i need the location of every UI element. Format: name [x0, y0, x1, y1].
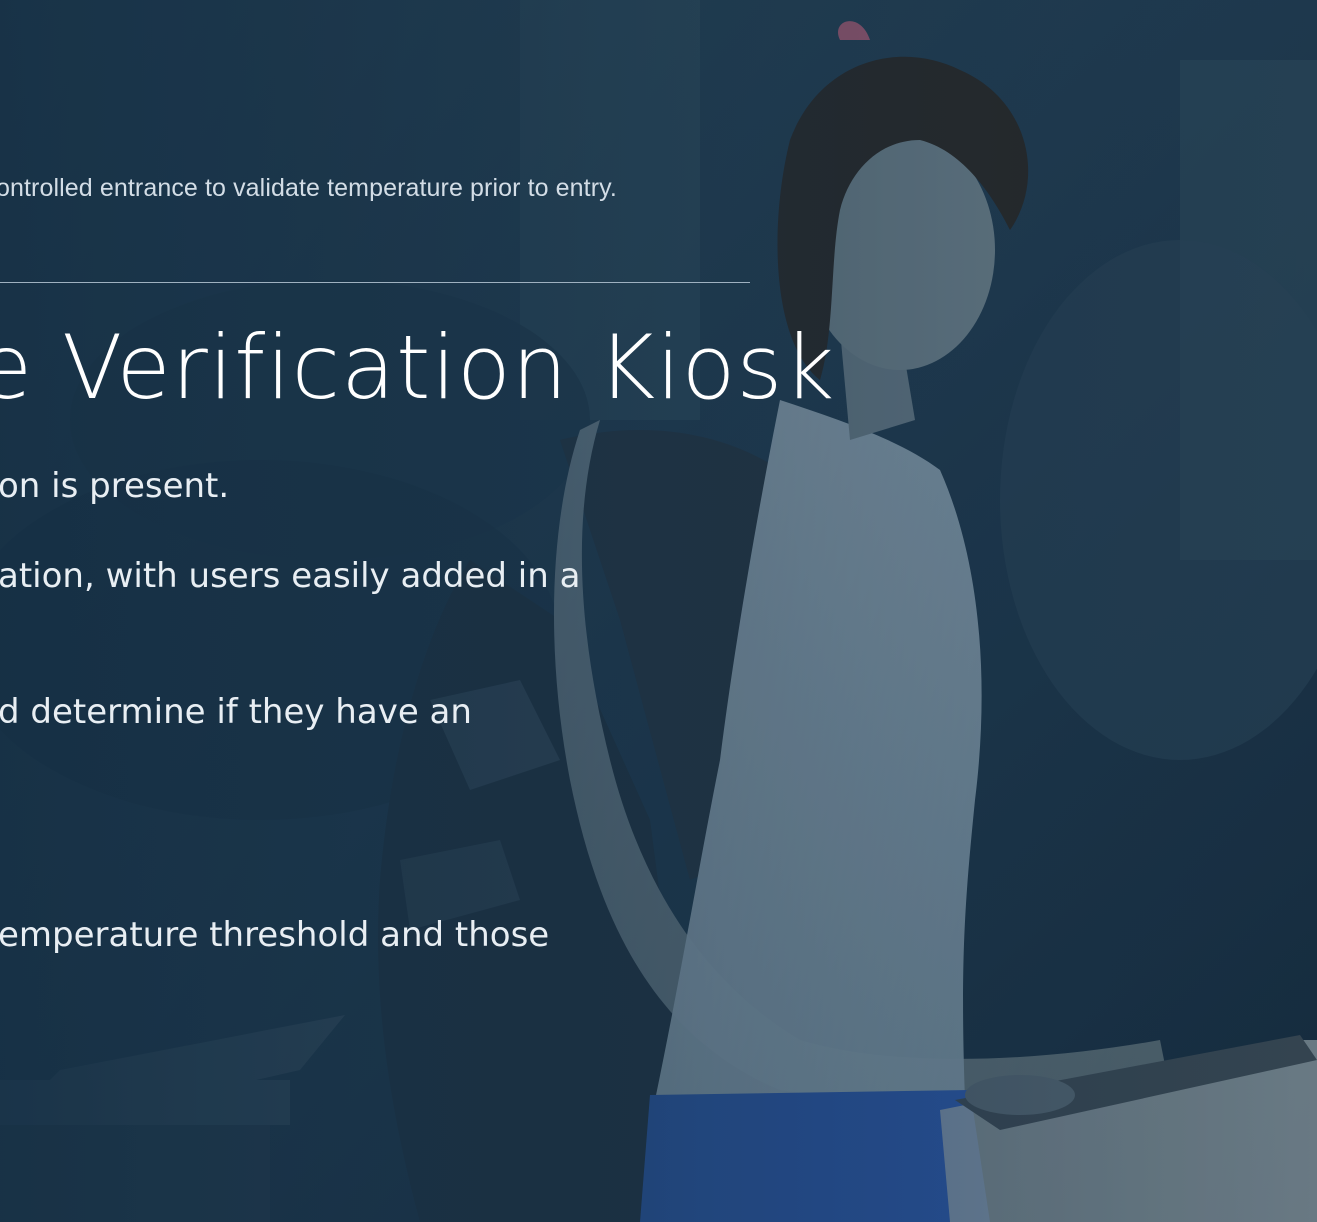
slide-subtitle: ontrolled entrance to validate temperatu… [0, 174, 617, 202]
bullet-text-2: ation, with users easily added in a [0, 556, 581, 596]
bullet-text-3: d determine if they have an [0, 692, 472, 732]
bullet-text-4: emperature threshold and those [0, 915, 550, 955]
divider-line [0, 282, 750, 283]
bullet-text-1: on is present. [0, 466, 230, 506]
slide-title: e Verification Kiosk [0, 316, 836, 419]
